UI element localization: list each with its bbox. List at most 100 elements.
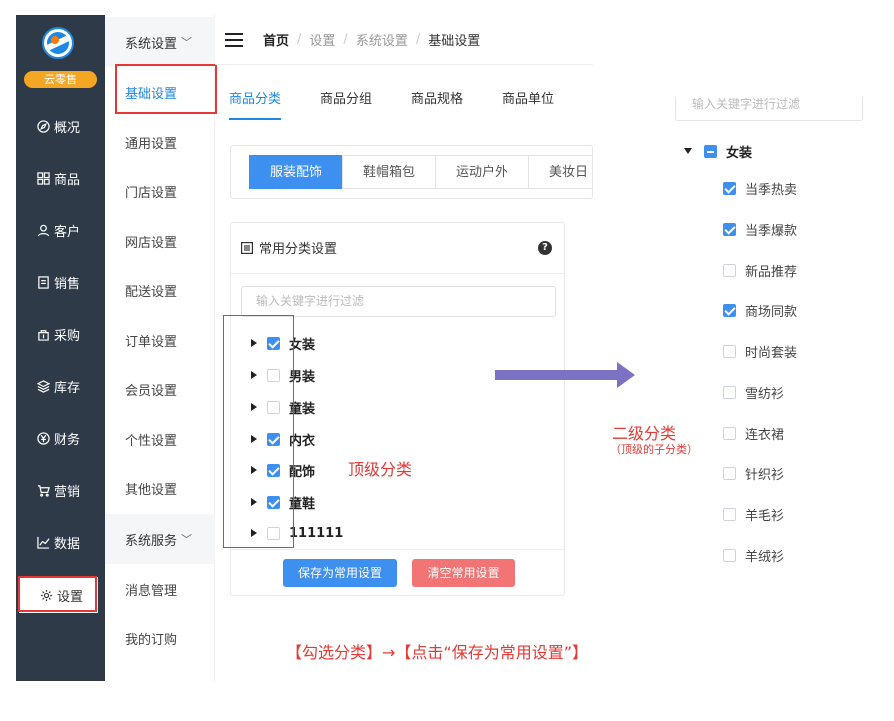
tree-child[interactable]: 当季爆款 <box>723 219 797 239</box>
category-button-shoes-bags[interactable]: 鞋帽箱包 <box>342 155 437 189</box>
stack-icon <box>36 379 50 393</box>
checkbox[interactable] <box>723 344 736 358</box>
collapse-arrow-icon[interactable] <box>684 148 692 154</box>
breadcrumb-system-settings[interactable]: 系统设置 <box>356 30 408 49</box>
checkbox[interactable] <box>723 222 736 236</box>
tree-child-label: 连衣裙 <box>745 427 785 443</box>
tab-goods-group[interactable]: 商品分组 <box>320 65 372 120</box>
submenu-item-personal[interactable]: 个性设置 <box>105 414 215 464</box>
filter-input[interactable]: 输入关键字进行过滤 <box>241 286 556 317</box>
tree-child[interactable]: 连衣裙 <box>723 423 784 443</box>
annotation-second-level-note: （顶级的子分类） <box>610 443 698 456</box>
checkbox[interactable] <box>723 181 736 195</box>
annotation-instruction: 【勾选分类】→【点击“保存为常用设置”】 <box>286 643 588 662</box>
nav-label: 财务 <box>54 432 81 448</box>
settings-tabs: 商品分类 商品分组 商品规格 商品单位 <box>215 65 593 120</box>
tab-goods-spec[interactable]: 商品规格 <box>411 65 463 120</box>
panel-header: 常用分类设置 <box>241 238 337 257</box>
tree-child-label: 雪纺衫 <box>745 386 785 402</box>
annotation-top-level: 顶级分类 <box>348 460 413 479</box>
tab-goods-unit[interactable]: 商品单位 <box>502 65 554 120</box>
checkbox[interactable] <box>723 466 736 480</box>
tree-child[interactable]: 针织衫 <box>723 463 784 483</box>
grid-icon <box>36 171 50 185</box>
tree-child-label: 当季爆款 <box>745 223 798 239</box>
submenu-item-subscriptions[interactable]: 我的订购 <box>105 613 215 663</box>
highlight-basic-settings <box>115 64 217 114</box>
nav-item-inventory[interactable]: 库存 <box>16 368 105 404</box>
nav-item-goods[interactable]: 商品 <box>16 160 105 196</box>
submenu-item-other[interactable]: 其他设置 <box>105 463 215 513</box>
divider <box>231 549 564 550</box>
nav-item-customer[interactable]: 客户 <box>16 212 105 248</box>
nav-item-sales[interactable]: 销售 <box>16 264 105 300</box>
category-button-beauty[interactable]: 美妆日 <box>528 155 592 189</box>
tree-node-parent[interactable]: 女装 <box>684 141 752 161</box>
submenu-item-store[interactable]: 门店设置 <box>105 166 215 216</box>
submenu-item-messages[interactable]: 消息管理 <box>105 564 215 614</box>
checkbox[interactable] <box>704 144 717 158</box>
checkbox[interactable] <box>723 303 736 317</box>
clear-common-button[interactable]: 清空常用设置 <box>412 559 515 587</box>
checkbox[interactable] <box>723 426 736 440</box>
tree-child-label: 当季热卖 <box>745 182 798 198</box>
tree-child-label: 羊绒衫 <box>745 549 785 565</box>
nav-item-finance[interactable]: 财务 <box>16 420 105 456</box>
nav-item-marketing[interactable]: 营销 <box>16 472 105 508</box>
checkbox[interactable] <box>723 507 736 521</box>
app-logo <box>42 27 74 59</box>
tree-child[interactable]: 时尚套装 <box>723 341 797 361</box>
submenu-item-order[interactable]: 订单设置 <box>105 315 215 365</box>
tree-node-label: 111111 <box>289 525 344 541</box>
purchase-icon <box>36 327 50 341</box>
tree-child-label: 针织衫 <box>745 467 785 483</box>
nav-label: 销售 <box>54 276 81 292</box>
nav-label: 库存 <box>54 380 81 396</box>
subcategory-filter-input[interactable]: 输入关键字进行过滤 <box>675 97 863 121</box>
submenu-group-system-service[interactable]: 系统服务 ﹀ <box>105 514 215 564</box>
submenu-item-general[interactable]: 通用设置 <box>105 117 215 167</box>
hamburger-menu-icon[interactable] <box>225 32 243 47</box>
submenu-group-system-settings[interactable]: 系统设置 ﹀ <box>105 17 215 67</box>
tree-child[interactable]: 当季热卖 <box>723 178 797 198</box>
chevron-down-icon: ﹀ <box>181 36 193 49</box>
chart-icon <box>36 535 50 549</box>
nav-label: 客户 <box>54 224 81 240</box>
breadcrumb-settings[interactable]: 设置 <box>309 30 335 49</box>
top-bar: 首页 / 设置 / 系统设置 / 基础设置 <box>215 15 593 65</box>
breadcrumb-home[interactable]: 首页 <box>263 30 289 49</box>
tree-child-label: 时尚套装 <box>745 345 798 361</box>
tree-child[interactable]: 雪纺衫 <box>723 382 784 402</box>
nav-label: 商品 <box>54 172 81 188</box>
brand-badge: 云零售 <box>24 71 97 88</box>
tree-child[interactable]: 新品推荐 <box>723 260 797 280</box>
tree-child-label: 新品推荐 <box>745 264 798 280</box>
panel-title: 常用分类设置 <box>259 242 338 257</box>
tab-goods-category[interactable]: 商品分类 <box>229 65 281 120</box>
divider <box>231 273 564 274</box>
list-icon <box>241 241 254 254</box>
submenu-item-online-store[interactable]: 网店设置 <box>105 216 215 266</box>
tree-child[interactable]: 羊毛衫 <box>723 504 784 524</box>
nav-item-overview[interactable]: 概况 <box>16 108 105 144</box>
nav-item-purchase[interactable]: 采购 <box>16 316 105 352</box>
checkbox[interactable] <box>723 385 736 399</box>
breadcrumb-separator: / <box>297 32 302 47</box>
tree-child[interactable]: 羊绒衫 <box>723 545 784 565</box>
submenu-item-delivery[interactable]: 配送设置 <box>105 265 215 315</box>
nav-item-data[interactable]: 数据 <box>16 524 105 560</box>
save-common-button[interactable]: 保存为常用设置 <box>283 559 397 587</box>
highlight-top-level <box>223 315 294 548</box>
checkbox[interactable] <box>723 263 736 277</box>
category-button-sports[interactable]: 运动户外 <box>435 155 530 189</box>
tree-child-label: 商场同款 <box>745 304 798 320</box>
document-icon <box>36 275 50 289</box>
help-icon[interactable]: ? <box>538 241 552 255</box>
breadcrumb-separator: / <box>415 32 421 47</box>
submenu-item-member[interactable]: 会员设置 <box>105 364 215 414</box>
tree-child-label: 羊毛衫 <box>745 508 785 524</box>
tree-child[interactable]: 商场同款 <box>723 300 797 320</box>
checkbox[interactable] <box>723 548 736 562</box>
category-button-apparel[interactable]: 服装配饰 <box>249 155 344 189</box>
cart-icon <box>36 483 50 497</box>
